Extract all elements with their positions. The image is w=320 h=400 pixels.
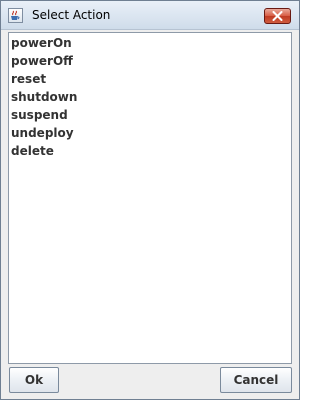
cancel-button[interactable]: Cancel [220, 367, 292, 393]
close-button[interactable] [264, 8, 291, 24]
list-item-shutdown[interactable]: shutdown [11, 88, 77, 106]
list-item-delete[interactable]: delete [11, 142, 54, 160]
action-list[interactable]: powerOn powerOff reset shutdown suspend … [8, 32, 292, 364]
java-coffee-cup-icon [8, 8, 23, 23]
close-icon [272, 11, 283, 21]
ok-button[interactable]: Ok [9, 367, 59, 393]
title-bar[interactable]: Select Action [1, 1, 299, 30]
window-title: Select Action [32, 8, 111, 22]
list-item-suspend[interactable]: suspend [11, 106, 68, 124]
list-item-poweron[interactable]: powerOn [11, 34, 72, 52]
list-item-poweroff[interactable]: powerOff [11, 52, 73, 70]
list-item-undeploy[interactable]: undeploy [11, 124, 74, 142]
select-action-dialog: Select Action powerOn powerOff reset shu… [0, 0, 300, 400]
list-item-reset[interactable]: reset [11, 70, 46, 88]
